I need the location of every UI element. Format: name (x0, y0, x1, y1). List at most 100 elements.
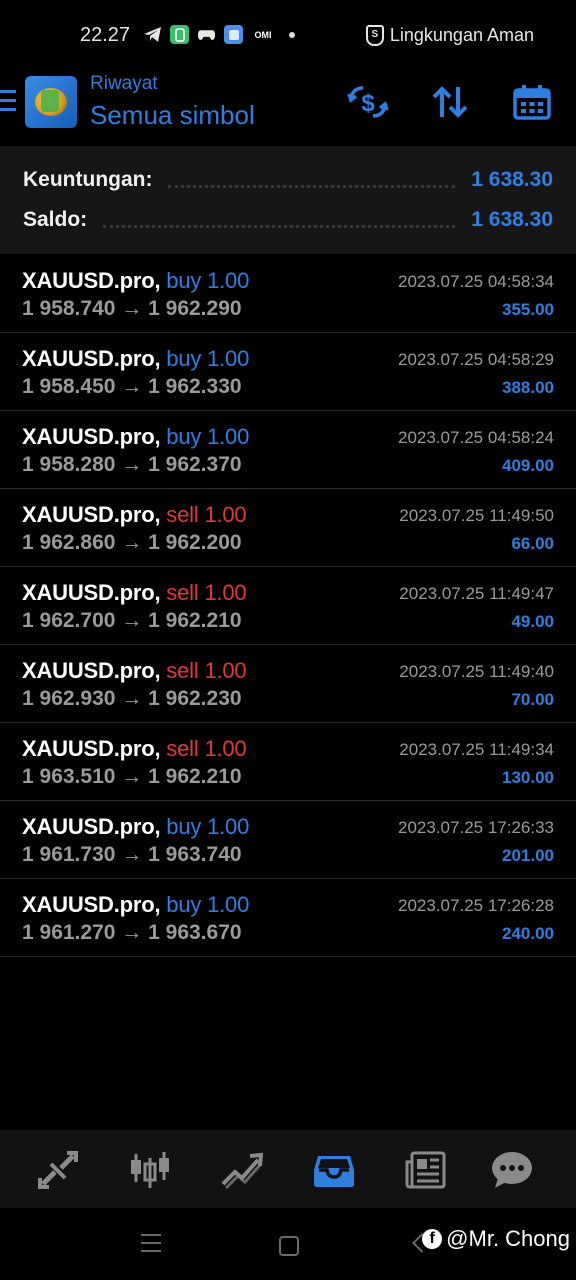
deal-profit: 409.00 (502, 456, 554, 475)
arrow-right-icon: → (121, 921, 143, 944)
deal-row[interactable]: XAUUSD.pro, sell 1.00 1 962.930 → 1 962.2… (0, 645, 576, 723)
watermark-handle: @Mr. Chong (446, 1226, 570, 1251)
menu-icon[interactable] (0, 90, 16, 114)
deal-time: 2023.07.25 11:49:34 (399, 740, 554, 759)
deal-close-price: 1 962.330 (148, 375, 242, 398)
deal-row[interactable]: XAUUSD.pro, buy 1.00 1 958.450 → 1 962.33… (0, 333, 576, 411)
deal-prices: 1 958.450 → 1 962.330 (22, 375, 242, 399)
deal-symbol: XAUUSD.pro, buy 1.00 (22, 424, 249, 450)
deal-volume: 1.00 (207, 268, 250, 293)
summary-panel: Keuntungan: 1 638.30 Saldo: 1 638.30 (0, 146, 576, 254)
balance-value: 1 638.30 (471, 208, 553, 231)
deal-volume: 1.00 (207, 814, 250, 839)
balance-row: Saldo: 1 638.30 (23, 205, 553, 235)
deal-prices: 1 958.280 → 1 962.370 (22, 453, 242, 477)
arrow-right-icon: → (121, 609, 143, 632)
deal-row[interactable]: XAUUSD.pro, buy 1.00 1 958.740 → 1 962.29… (0, 255, 576, 333)
deal-type: sell (166, 736, 199, 761)
news-icon (405, 1151, 446, 1189)
deal-symbol: XAUUSD.pro, buy 1.00 (22, 892, 249, 918)
profit-label: Keuntungan: (23, 168, 153, 191)
deal-time: 2023.07.25 04:58:29 (398, 350, 554, 369)
deal-row[interactable]: XAUUSD.pro, sell 1.00 1 962.860 → 1 962.2… (0, 489, 576, 567)
deal-symbol-name: XAUUSD.pro, (22, 580, 161, 605)
deal-profit: 240.00 (502, 924, 554, 943)
nav-history[interactable] (312, 1148, 356, 1192)
chart-icon (131, 1152, 169, 1188)
notes-icon (224, 25, 243, 44)
app-logo (25, 76, 77, 128)
deal-symbol-name: XAUUSD.pro, (22, 736, 161, 761)
deal-volume: 1.00 (204, 736, 247, 761)
recent-apps-button[interactable] (141, 1234, 161, 1258)
status-time: 22.27 (80, 24, 131, 46)
deal-close-price: 1 962.370 (148, 453, 242, 476)
deal-time: 2023.07.25 11:49:47 (399, 584, 554, 603)
deal-symbol-name: XAUUSD.pro, (22, 814, 161, 839)
home-button[interactable] (279, 1236, 299, 1256)
symbol-filter[interactable]: Semua simbol (90, 100, 255, 131)
deal-row[interactable]: XAUUSD.pro, buy 1.00 1 961.730 → 1 963.74… (0, 801, 576, 879)
deal-type: buy (166, 268, 202, 293)
deal-close-price: 1 962.210 (148, 609, 242, 632)
calendar-button[interactable] (510, 80, 554, 124)
balance-label: Saldo: (23, 208, 88, 231)
deal-volume: 1.00 (207, 346, 250, 371)
deal-close-price: 1 963.740 (148, 843, 242, 866)
deal-symbol: XAUUSD.pro, sell 1.00 (22, 658, 247, 684)
deal-symbol-name: XAUUSD.pro, (22, 658, 161, 683)
nav-messages[interactable] (490, 1148, 534, 1192)
deal-profit: 355.00 (502, 300, 554, 319)
deal-row[interactable]: XAUUSD.pro, sell 1.00 1 962.700 → 1 962.2… (0, 567, 576, 645)
deal-row[interactable]: XAUUSD.pro, buy 1.00 1 958.280 → 1 962.37… (0, 411, 576, 489)
nav-trade[interactable] (220, 1148, 264, 1192)
deal-prices: 1 962.700 → 1 962.210 (22, 609, 242, 633)
arrow-right-icon: → (121, 765, 143, 788)
deal-symbol-name: XAUUSD.pro, (22, 268, 161, 293)
deal-open-price: 1 962.700 (22, 609, 116, 632)
deal-type: buy (166, 892, 202, 917)
profit-value: 1 638.30 (471, 168, 553, 191)
status-bar: 22.27 OMI S Lingkungan Aman (0, 0, 576, 70)
deal-volume: 1.00 (207, 424, 250, 449)
deal-volume: 1.00 (207, 892, 250, 917)
deal-type: buy (166, 346, 202, 371)
sort-arrows-icon (432, 86, 468, 118)
arrow-right-icon: → (121, 297, 143, 320)
deal-open-price: 1 962.930 (22, 687, 116, 710)
quotes-icon (38, 1151, 78, 1189)
svg-text:$: $ (361, 90, 375, 117)
deal-prices: 1 962.930 → 1 962.230 (22, 687, 242, 711)
deal-row[interactable]: XAUUSD.pro, sell 1.00 1 963.510 → 1 962.2… (0, 723, 576, 801)
nav-quotes[interactable] (36, 1148, 80, 1192)
network-label: Lingkungan Aman (389, 25, 534, 45)
deposit-withdraw-button[interactable]: $ (346, 80, 390, 124)
deal-type: sell (166, 502, 199, 527)
deal-time: 2023.07.25 04:58:24 (398, 428, 554, 447)
deal-volume: 1.00 (204, 580, 247, 605)
facebook-icon: f (422, 1229, 443, 1249)
deal-open-price: 1 958.450 (22, 375, 116, 398)
arrow-right-icon: → (121, 531, 143, 554)
deal-time: 2023.07.25 17:26:33 (398, 818, 554, 837)
app-bar: Riwayat Semua simbol $ (0, 70, 576, 146)
deal-prices: 1 962.860 → 1 962.200 (22, 531, 242, 555)
nav-news[interactable] (404, 1148, 448, 1192)
deal-type: buy (166, 424, 202, 449)
deal-time: 2023.07.25 04:58:34 (398, 272, 554, 291)
deal-symbol-name: XAUUSD.pro, (22, 346, 161, 371)
trade-icon (221, 1152, 264, 1190)
sort-button[interactable] (428, 80, 472, 124)
deal-close-price: 1 962.290 (148, 297, 242, 320)
deal-profit: 130.00 (502, 768, 554, 787)
deal-open-price: 1 962.860 (22, 531, 116, 554)
bottom-nav (0, 1130, 576, 1208)
deal-prices: 1 961.270 → 1 963.670 (22, 921, 242, 945)
arrow-right-icon: → (121, 453, 143, 476)
nav-chart[interactable] (128, 1148, 172, 1192)
deal-symbol: XAUUSD.pro, buy 1.00 (22, 268, 249, 294)
deal-symbol-name: XAUUSD.pro, (22, 424, 161, 449)
dollar-exchange-icon: $ (347, 86, 389, 118)
deal-time: 2023.07.25 17:26:28 (398, 896, 554, 915)
deal-row[interactable]: XAUUSD.pro, buy 1.00 1 961.270 → 1 963.67… (0, 879, 576, 957)
